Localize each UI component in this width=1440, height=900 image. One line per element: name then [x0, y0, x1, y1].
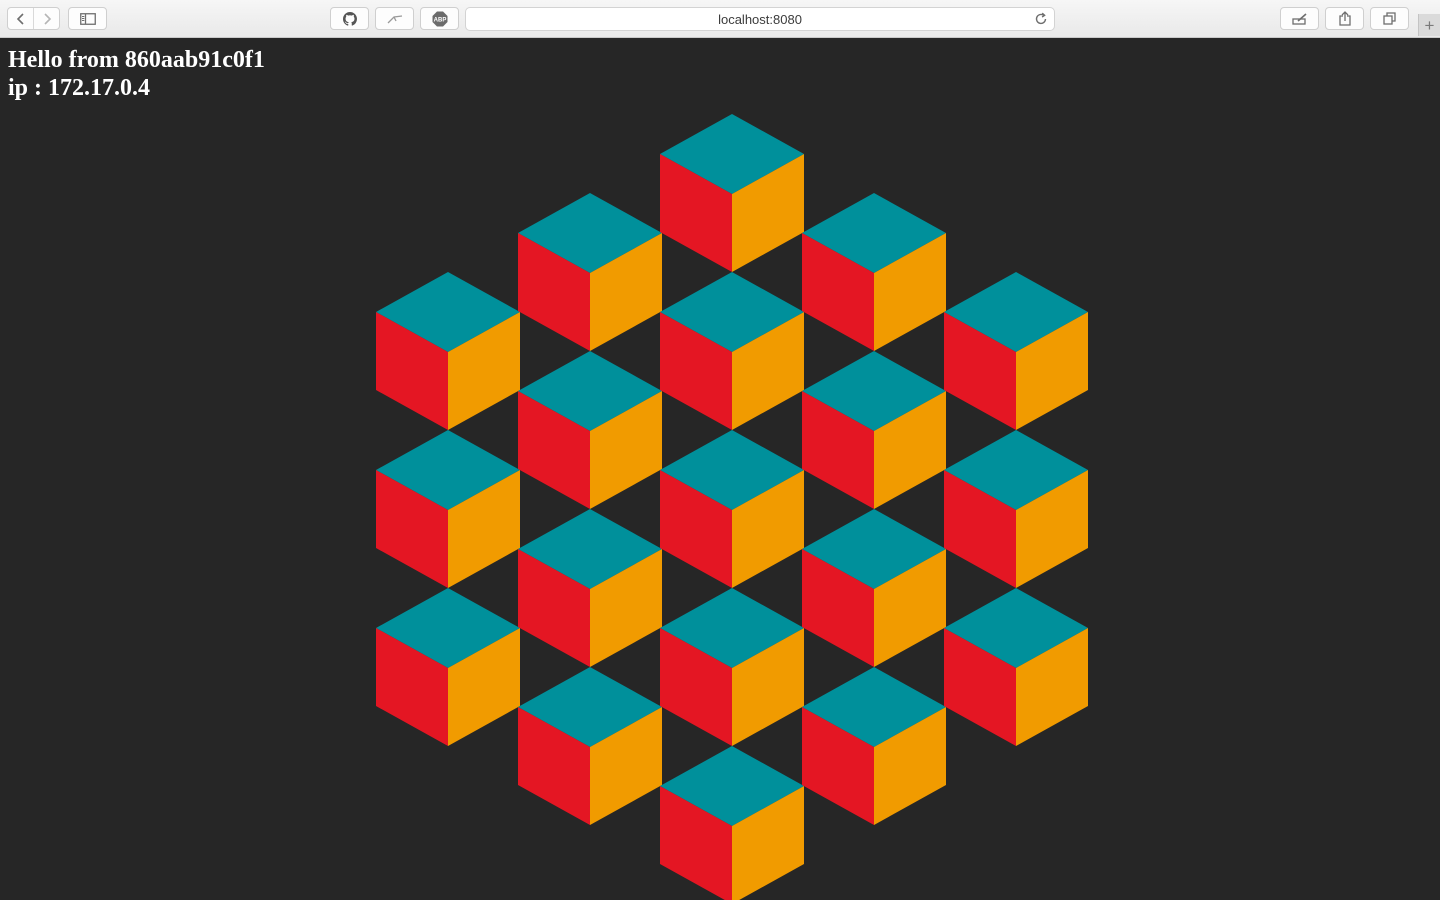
address-bar[interactable]: localhost:8080 — [465, 7, 1055, 31]
browser-toolbar: ABP localhost:8080 + — [0, 0, 1440, 38]
cube — [660, 746, 804, 900]
cube — [518, 351, 662, 509]
url-text: localhost:8080 — [718, 11, 802, 27]
cube — [660, 430, 804, 588]
annotate-icon — [1291, 12, 1307, 25]
tabs-icon — [1382, 11, 1396, 25]
cube — [802, 667, 946, 825]
cube — [660, 114, 804, 272]
cube — [944, 272, 1088, 430]
isometric-cube-pattern — [376, 114, 1088, 900]
forward-arrow-icon — [43, 12, 51, 25]
show-tabs-button[interactable] — [1370, 7, 1409, 30]
share-icon — [1338, 11, 1351, 26]
extension-icon — [387, 14, 402, 23]
sidebar-icon — [79, 12, 96, 25]
annotate-button[interactable] — [1280, 7, 1319, 30]
adblock-button[interactable]: ABP — [420, 7, 459, 30]
cube — [518, 193, 662, 351]
forward-button[interactable] — [33, 8, 59, 29]
navigation-buttons — [7, 7, 60, 30]
adblock-label: ABP — [433, 17, 446, 23]
back-button[interactable] — [8, 8, 33, 29]
cube — [376, 272, 520, 430]
back-arrow-icon — [16, 12, 24, 25]
share-button[interactable] — [1325, 7, 1364, 30]
cube — [376, 588, 520, 746]
cube — [376, 430, 520, 588]
new-tab-button[interactable]: + — [1418, 14, 1440, 36]
reload-icon[interactable] — [1034, 12, 1048, 26]
extension-button[interactable] — [375, 7, 414, 30]
cube — [944, 588, 1088, 746]
github-extension-button[interactable] — [330, 7, 369, 30]
cube — [944, 430, 1088, 588]
github-icon — [342, 11, 357, 26]
cube — [660, 588, 804, 746]
cube — [660, 272, 804, 430]
cube — [518, 667, 662, 825]
adblock-icon: ABP — [432, 11, 447, 26]
cube — [802, 193, 946, 351]
cube — [802, 351, 946, 509]
sidebar-button[interactable] — [68, 7, 107, 30]
cube — [518, 509, 662, 667]
cube — [802, 509, 946, 667]
new-tab-icon: + — [1424, 15, 1435, 35]
